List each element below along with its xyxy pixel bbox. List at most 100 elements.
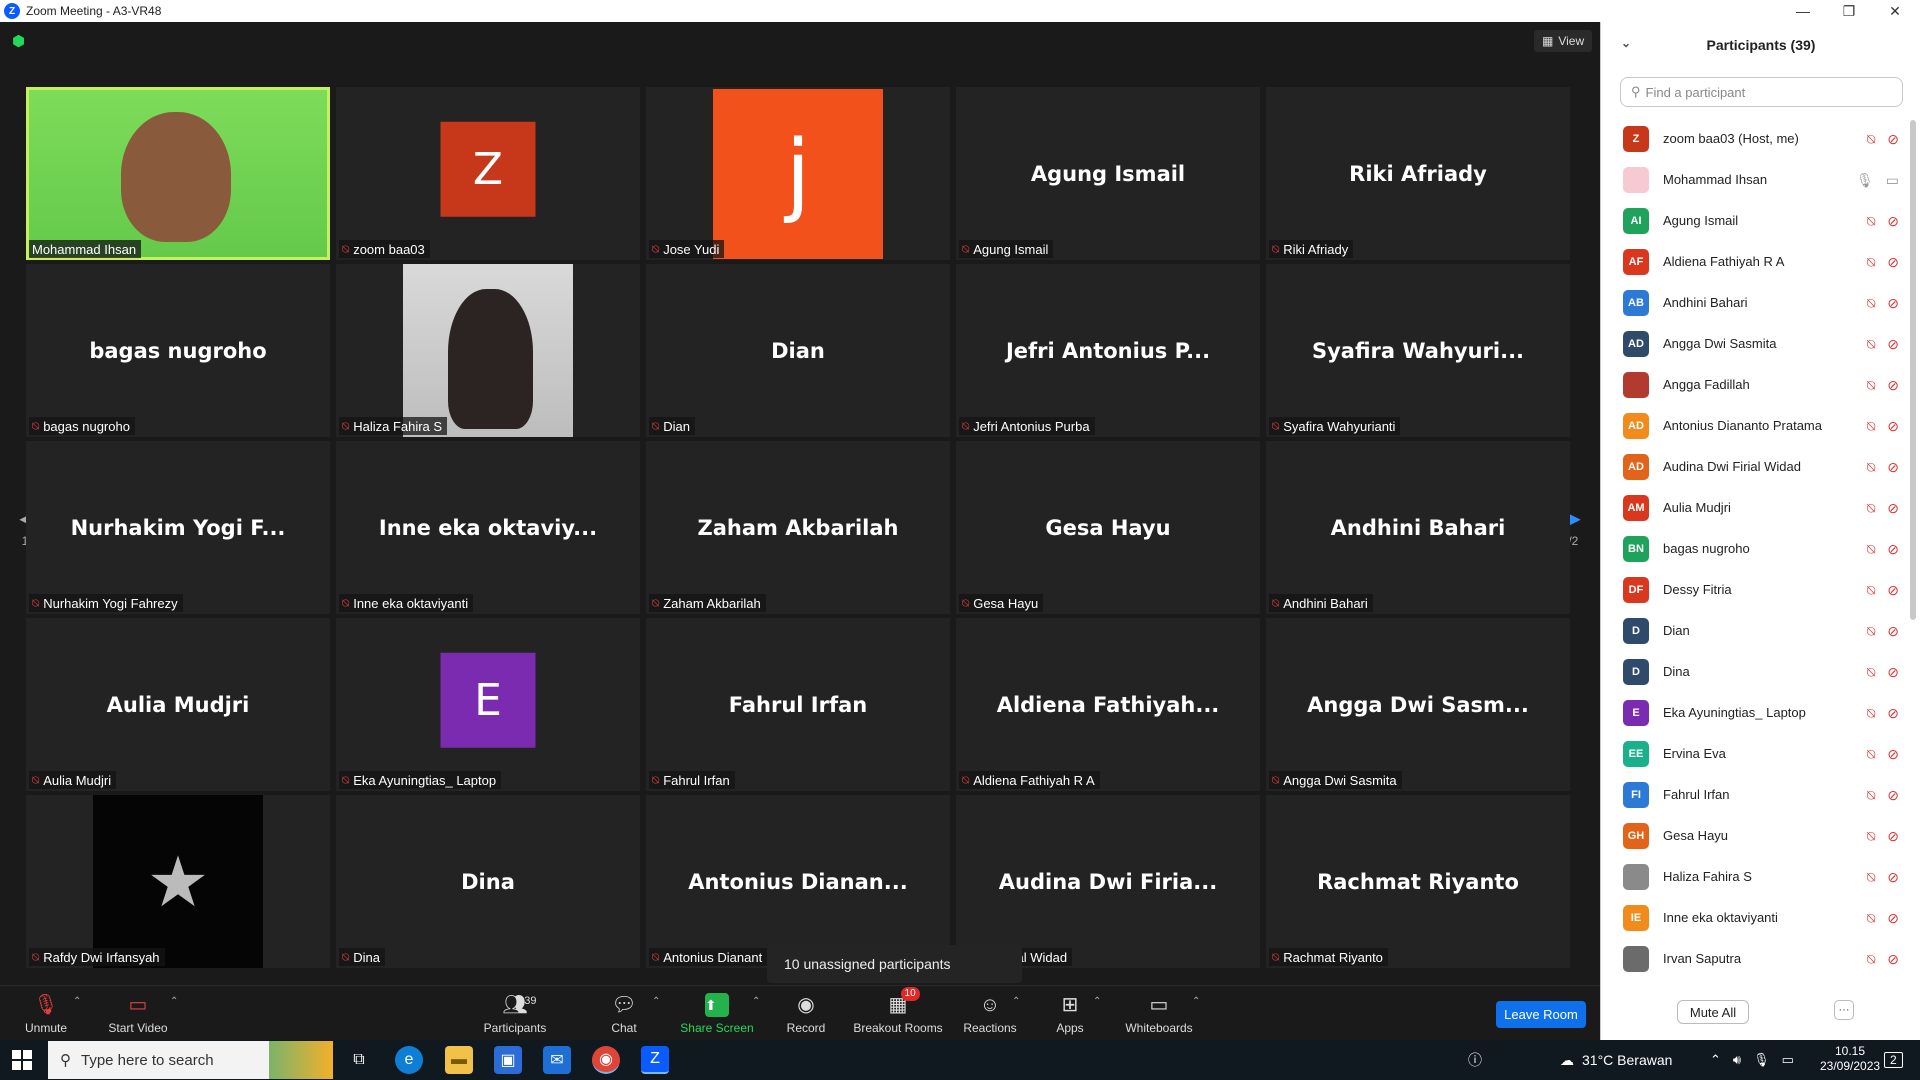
- participant-list[interactable]: Zzoom baa03 (Host, me) ⍉ ⊘ Mohammad Ihsan 🎙︎…: [1601, 118, 1911, 986]
- video-tile[interactable]: ⍉ Haliza Fahira S: [336, 264, 640, 437]
- participant-row[interactable]: BN bagas nugroho ⍉ ⊘: [1601, 528, 1911, 569]
- participant-name-label: ⍉ Angga Dwi Sasmita: [1269, 771, 1402, 789]
- video-tile[interactable]: Jefri Antonius P... ⍉ Jefri Antonius Purba: [956, 264, 1260, 437]
- microsoft-store-icon[interactable]: ▣: [494, 1046, 522, 1074]
- chat-options-caret[interactable]: ⌃: [652, 996, 660, 1007]
- participant-row[interactable]: E Eka Ayuningtias_ Laptop ⍉ ⊘: [1601, 692, 1911, 733]
- participants-button[interactable]: 👥︎ 39 Participants: [480, 986, 550, 1041]
- chevron-up-icon[interactable]: ⌃: [1710, 1052, 1721, 1068]
- share-options-caret[interactable]: ⌃: [752, 996, 760, 1007]
- participant-row[interactable]: Mohammad Ihsan 🎙︎ ▭: [1601, 159, 1911, 200]
- video-tile[interactable]: Dian ⍉ Dian: [646, 264, 950, 437]
- participant-row[interactable]: EE Ervina Eva ⍉ ⊘: [1601, 733, 1911, 774]
- video-tile[interactable]: Aldiena Fathiyah... ⍉ Aldiena Fathiyah R A: [956, 618, 1260, 791]
- video-off-icon: ▭: [128, 993, 148, 1016]
- participant-row[interactable]: FI Fahrul Irfan ⍉ ⊘: [1601, 774, 1911, 815]
- participant-row[interactable]: DF Dessy Fitria ⍉ ⊘: [1601, 569, 1911, 610]
- video-tile[interactable]: ★ ⍉ Rafdy Dwi Irfansyah: [26, 795, 330, 968]
- collapse-chevron-icon[interactable]: ⌄: [1621, 36, 1631, 50]
- share-screen-button[interactable]: ⬆ Share Screen: [680, 986, 754, 1041]
- participant-row[interactable]: AD Angga Dwi Sasmita ⍉ ⊘: [1601, 323, 1911, 364]
- participant-row[interactable]: AF Aldiena Fathiyah R A ⍉ ⊘: [1601, 241, 1911, 282]
- chat-button[interactable]: 💬︎ Chat: [606, 986, 642, 1041]
- video-tile[interactable]: Andhini Bahari ⍉ Andhini Bahari: [1266, 441, 1570, 614]
- participant-row[interactable]: Haliza Fahira S ⍉ ⊘: [1601, 856, 1911, 897]
- participant-row[interactable]: Irvan Saputra ⍉ ⊘: [1601, 938, 1911, 979]
- whiteboards-button[interactable]: ▭ Whiteboards: [1124, 986, 1194, 1041]
- minimize-icon[interactable]: —: [1780, 0, 1826, 22]
- leave-room-button[interactable]: Leave Room: [1496, 1001, 1586, 1028]
- participant-row[interactable]: IE Inne eka oktaviyanti ⍉ ⊘: [1601, 897, 1911, 938]
- help-icon[interactable]: ⓘ: [1468, 1040, 1482, 1080]
- video-tile[interactable]: Angga Dwi Sasm... ⍉ Angga Dwi Sasmita: [1266, 618, 1570, 791]
- video-tile[interactable]: E ⍉ Eka Ayuningtias_ Laptop: [336, 618, 640, 791]
- restore-icon[interactable]: ❐: [1826, 0, 1872, 22]
- video-options-caret[interactable]: ⌃: [170, 996, 178, 1007]
- video-tile[interactable]: Inne eka oktaviy... ⍉ Inne eka oktaviyanti: [336, 441, 640, 614]
- whiteboards-options-caret[interactable]: ⌃: [1192, 996, 1200, 1007]
- task-view-icon[interactable]: ⧉: [345, 1046, 373, 1074]
- participant-row[interactable]: AB Andhini Bahari ⍉ ⊘: [1601, 282, 1911, 323]
- start-video-button[interactable]: ▭ Start Video: [105, 986, 171, 1041]
- view-button[interactable]: ▦ View: [1534, 30, 1593, 52]
- breakout-rooms-button[interactable]: ▦ 10 Breakout Rooms: [852, 986, 944, 1041]
- participant-row[interactable]: AD Antonius Diananto Pratama ⍉ ⊘: [1601, 405, 1911, 446]
- microphone-icon[interactable]: 🎙︎: [1753, 1052, 1770, 1068]
- taskbar-search-input[interactable]: ⚲ Type here to search: [48, 1041, 333, 1079]
- reactions-options-caret[interactable]: ⌃: [1012, 996, 1020, 1007]
- edge-browser-icon[interactable]: e: [395, 1046, 423, 1074]
- participant-row[interactable]: AD Audina Dwi Firial Widad ⍉ ⊘: [1601, 446, 1911, 487]
- participant-row[interactable]: GH Gesa Hayu ⍉ ⊘: [1601, 815, 1911, 856]
- video-tile[interactable]: Dina ⍉ Dina: [336, 795, 640, 968]
- close-icon[interactable]: ✕: [1872, 0, 1918, 22]
- participant-row[interactable]: Zzoom baa03 (Host, me) ⍉ ⊘: [1601, 118, 1911, 159]
- participant-list-scrollbar[interactable]: [1910, 120, 1916, 620]
- encryption-shield-icon[interactable]: ⬢: [12, 34, 28, 50]
- video-off-icon: ⊘: [1887, 951, 1899, 967]
- participant-status-icons: ⍉ ⊘: [1867, 336, 1899, 353]
- audio-options-caret[interactable]: ⌃: [73, 996, 81, 1007]
- video-tile[interactable]: Rachmat Riyanto ⍉ Rachmat Riyanto: [1266, 795, 1570, 968]
- file-explorer-icon[interactable]: ▬: [445, 1046, 473, 1074]
- video-tile[interactable]: Audina Dwi Firia...⍉Dwi Firial Widad: [956, 795, 1260, 968]
- mail-icon[interactable]: ✉: [543, 1046, 571, 1074]
- unmute-button[interactable]: 🎙︎ Unmute: [20, 986, 72, 1041]
- participant-row[interactable]: D Dina ⍉ ⊘: [1601, 651, 1911, 692]
- weather-widget[interactable]: ☁ 31°C Berawan: [1560, 1040, 1672, 1080]
- reactions-button[interactable]: ☺︎ Reactions: [962, 986, 1018, 1041]
- participant-search-input[interactable]: ⚲ Find a participant: [1620, 77, 1903, 107]
- mute-all-button[interactable]: Mute All: [1677, 1000, 1749, 1024]
- network-icon[interactable]: ▭: [1782, 1052, 1794, 1068]
- video-tile[interactable]: Gesa Hayu ⍉ Gesa Hayu: [956, 441, 1260, 614]
- video-tile[interactable]: Z ⍉ zoom baa03: [336, 87, 640, 260]
- notification-icon[interactable]: 2: [1884, 1040, 1903, 1080]
- participant-label-text: Angga Dwi Sasmita: [1283, 772, 1397, 788]
- apps-button[interactable]: ⊞ Apps: [1055, 986, 1085, 1041]
- system-tray[interactable]: ⌃ 🔊︎ 🎙︎ ▭: [1710, 1040, 1794, 1080]
- video-tile[interactable]: Antonius Dianan... ⍉ Antonius Dianant: [646, 795, 950, 968]
- video-tile[interactable]: Zaham Akbarilah ⍉ Zaham Akbarilah: [646, 441, 950, 614]
- video-tile[interactable]: Aulia Mudjri ⍉ Aulia Mudjri: [26, 618, 330, 791]
- video-tile[interactable]: j ⍉ Jose Yudi: [646, 87, 950, 260]
- video-tile[interactable]: Riki Afriady ⍉ Riki Afriady: [1266, 87, 1570, 260]
- video-tile[interactable]: Agung Ismail ⍉ Agung Ismail: [956, 87, 1260, 260]
- participant-row[interactable]: AM Aulia Mudjri ⍉ ⊘: [1601, 487, 1911, 528]
- video-tile[interactable]: Mohammad Ihsan: [26, 87, 330, 260]
- participant-row[interactable]: D Dian ⍉ ⊘: [1601, 610, 1911, 651]
- record-button[interactable]: ◉ Record: [784, 986, 828, 1041]
- speaker-icon[interactable]: 🔊︎: [1733, 1052, 1741, 1068]
- mic-muted-icon: ⍉: [32, 949, 40, 964]
- system-clock[interactable]: 10.15 23/09/2023: [1820, 1044, 1920, 1074]
- chrome-icon[interactable]: ◉: [592, 1046, 620, 1074]
- more-options-button[interactable]: ···: [1834, 1000, 1854, 1020]
- participant-row[interactable]: AI Agung Ismail ⍉ ⊘: [1601, 200, 1911, 241]
- apps-options-caret[interactable]: ⌃: [1093, 996, 1101, 1007]
- video-tile[interactable]: Syafira Wahyuri... ⍉ Syafira Wahyurianti: [1266, 264, 1570, 437]
- video-tile[interactable]: Fahrul Irfan ⍉ Fahrul Irfan: [646, 618, 950, 791]
- participant-row[interactable]: Angga Fadillah ⍉ ⊘: [1601, 364, 1911, 405]
- windows-start-icon[interactable]: [12, 1050, 32, 1070]
- video-tile[interactable]: bagas nugroho ⍉ bagas nugroho: [26, 264, 330, 437]
- zoom-app-icon[interactable]: Z: [641, 1046, 669, 1074]
- video-tile[interactable]: Nurhakim Yogi F... ⍉ Nurhakim Yogi Fahrezy: [26, 441, 330, 614]
- participant-label-text: Dina: [353, 949, 380, 965]
